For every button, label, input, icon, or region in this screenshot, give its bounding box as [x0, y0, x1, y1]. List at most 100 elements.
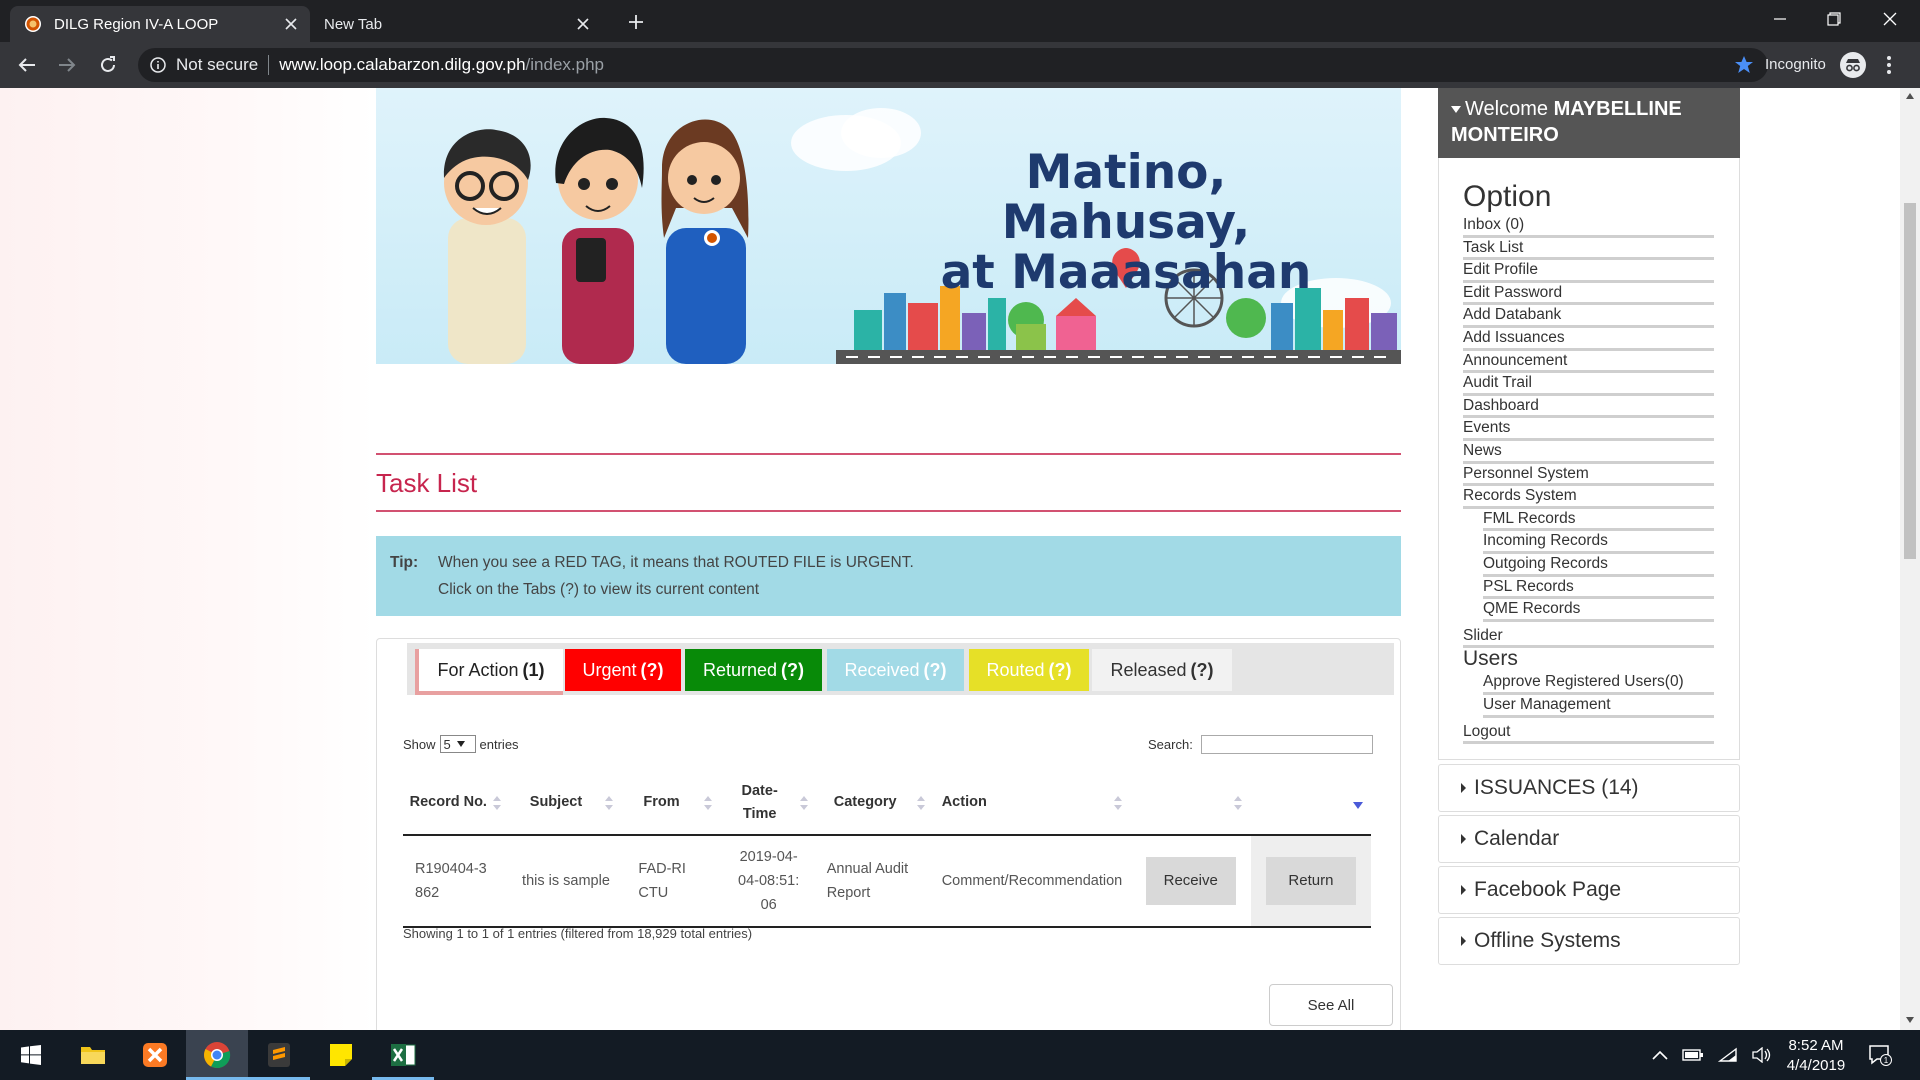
system-clock[interactable]: 8:52 AM 4/4/2019	[1770, 1036, 1862, 1076]
divider	[376, 510, 1401, 512]
option-edit-password[interactable]: Edit Password	[1463, 283, 1714, 306]
show-label: Show	[403, 736, 436, 752]
windows-start-icon[interactable]	[0, 1030, 62, 1080]
action: Comment/Recommendation	[941, 873, 1123, 889]
chrome-icon[interactable]	[186, 1030, 248, 1080]
column-header-from[interactable]: From	[622, 771, 721, 836]
tab-urgent[interactable]: Urgent (?)	[565, 649, 681, 691]
cell-subject: this is sample	[509, 835, 623, 928]
search-input[interactable]	[1200, 735, 1373, 754]
clock-time: 8:52 AM	[1788, 1037, 1844, 1054]
dropdown-arrow-icon	[456, 741, 465, 747]
option-announcement[interactable]: Announcement	[1463, 351, 1714, 374]
panel-offline-systems[interactable]: Offline Systems	[1438, 917, 1740, 965]
panel-label: Offline Systems	[1474, 929, 1621, 952]
option-dashboard[interactable]: Dashboard	[1463, 396, 1714, 419]
option-logout[interactable]: Logout	[1463, 722, 1714, 745]
option-outgoing-records[interactable]: Outgoing Records	[1483, 554, 1714, 577]
scrollbar-thumb[interactable]	[1904, 203, 1916, 559]
sort-icon	[703, 795, 712, 810]
sort-icon	[1113, 795, 1122, 810]
sublime-text-icon[interactable]	[248, 1030, 310, 1080]
kebab-menu-icon[interactable]	[1886, 55, 1892, 75]
wifi-icon[interactable]	[1718, 1047, 1738, 1063]
chevron-up-icon[interactable]	[1652, 1050, 1668, 1060]
sticky-notes-icon[interactable]	[310, 1030, 372, 1080]
column-header-record-no[interactable]: Record No.	[403, 771, 510, 836]
column-header-category[interactable]: Category	[816, 771, 934, 836]
column-header-return[interactable]	[1250, 771, 1371, 836]
page-scrollbar[interactable]	[1900, 88, 1920, 1030]
return-button[interactable]: Return	[1265, 857, 1356, 905]
panel-facebook-page[interactable]: Facebook Page	[1438, 866, 1740, 914]
option-events[interactable]: Events	[1463, 418, 1714, 441]
bookmark-star-icon[interactable]	[1734, 55, 1754, 75]
option-news[interactable]: News	[1463, 441, 1714, 464]
volume-icon[interactable]	[1752, 1047, 1772, 1063]
option-psl-records[interactable]: PSL Records	[1483, 577, 1714, 600]
column-header-action[interactable]: Action	[933, 771, 1131, 836]
tab-released[interactable]: Released (?)	[1092, 649, 1232, 691]
caret-right-icon	[1461, 936, 1466, 946]
scroll-up-arrow-icon[interactable]	[1905, 92, 1915, 100]
see-all-button[interactable]: See All	[1269, 984, 1393, 1026]
option-records-system[interactable]: Records System	[1463, 486, 1714, 509]
tab-dilg-loop[interactable]: DILG Region IV-A LOOP	[10, 6, 310, 42]
forward-arrow-icon[interactable]	[53, 51, 81, 79]
new-tab-plus-icon[interactable]	[622, 8, 650, 36]
caret-right-icon	[1461, 783, 1466, 793]
close-tab-icon[interactable]	[282, 15, 300, 33]
option-add-issuances[interactable]: Add Issuances	[1463, 328, 1714, 351]
excel-icon[interactable]	[372, 1030, 434, 1080]
tab-routed[interactable]: Routed (?)	[969, 649, 1089, 691]
tab-for-action[interactable]: For Action (1)	[415, 649, 563, 695]
tab-title: DILG Region IV-A LOOP	[54, 15, 219, 33]
close-window-icon[interactable]	[1862, 0, 1918, 38]
scroll-down-arrow-icon[interactable]	[1905, 1016, 1915, 1024]
table-row: R190404-3862 this is sample FAD-RICTU 20…	[403, 835, 1371, 928]
panel-issuances[interactable]: ISSUANCES (14)	[1438, 764, 1740, 812]
tab-returned[interactable]: Returned (?)	[685, 649, 822, 691]
incognito-icon[interactable]	[1839, 51, 1867, 79]
entries-select[interactable]: 5	[439, 735, 476, 753]
panel-calendar[interactable]: Calendar	[1438, 815, 1740, 863]
subject: this is sample	[522, 873, 610, 889]
restore-icon[interactable]	[1806, 0, 1862, 38]
caret-down-icon	[1451, 106, 1461, 114]
incognito-label: Incognito	[1765, 56, 1826, 73]
tab-received[interactable]: Received (?)	[827, 649, 964, 691]
option-audit-trail[interactable]: Audit Trail	[1463, 373, 1714, 396]
dilg-favicon-icon	[25, 16, 41, 32]
xampp-icon[interactable]	[124, 1030, 186, 1080]
address-bar[interactable]: Not secure www.loop.calabarzon.dilg.gov.…	[138, 48, 1768, 82]
option-approve-registered-users-0[interactable]: Approve Registered Users(0)	[1483, 672, 1714, 695]
option-edit-profile[interactable]: Edit Profile	[1463, 260, 1714, 283]
reload-icon[interactable]	[94, 51, 122, 79]
option-user-management[interactable]: User Management	[1483, 695, 1714, 718]
action-center-icon[interactable]: 1	[1868, 1044, 1892, 1066]
receive-button[interactable]: Receive	[1145, 857, 1236, 905]
close-tab-icon[interactable]	[574, 15, 592, 33]
option-panel: Option Inbox (0) Task List Edit Profile Edi…	[1438, 158, 1740, 760]
option-task-list[interactable]: Task List	[1463, 238, 1714, 261]
sort-desc-icon	[1353, 801, 1363, 809]
cell-receive: Receive	[1130, 835, 1251, 928]
file-explorer-icon[interactable]	[62, 1030, 124, 1080]
option-personnel-system[interactable]: Personnel System	[1463, 464, 1714, 487]
option-incoming-records[interactable]: Incoming Records	[1483, 531, 1714, 554]
clock-date: 4/4/2019	[1786, 1057, 1846, 1074]
column-header-subject[interactable]: Subject	[509, 771, 623, 836]
minimize-icon[interactable]	[1752, 0, 1808, 38]
welcome-box[interactable]: Welcome MAYBELLINE MONTEIRO	[1438, 88, 1740, 158]
info-icon[interactable]	[150, 57, 166, 73]
option-inbox-0[interactable]: Inbox (0)	[1463, 215, 1714, 238]
column-header-receive[interactable]	[1130, 771, 1251, 836]
option-add-databank[interactable]: Add Databank	[1463, 305, 1714, 328]
option-fml-records[interactable]: FML Records	[1483, 509, 1714, 532]
option-slider[interactable]: Slider	[1463, 626, 1714, 649]
back-arrow-icon[interactable]	[13, 51, 41, 79]
column-header-date-time[interactable]: Date-Time	[720, 771, 817, 836]
tab-new-tab[interactable]: New Tab	[312, 6, 602, 42]
battery-icon[interactable]	[1682, 1048, 1704, 1062]
option-qme-records[interactable]: QME Records	[1483, 599, 1714, 622]
